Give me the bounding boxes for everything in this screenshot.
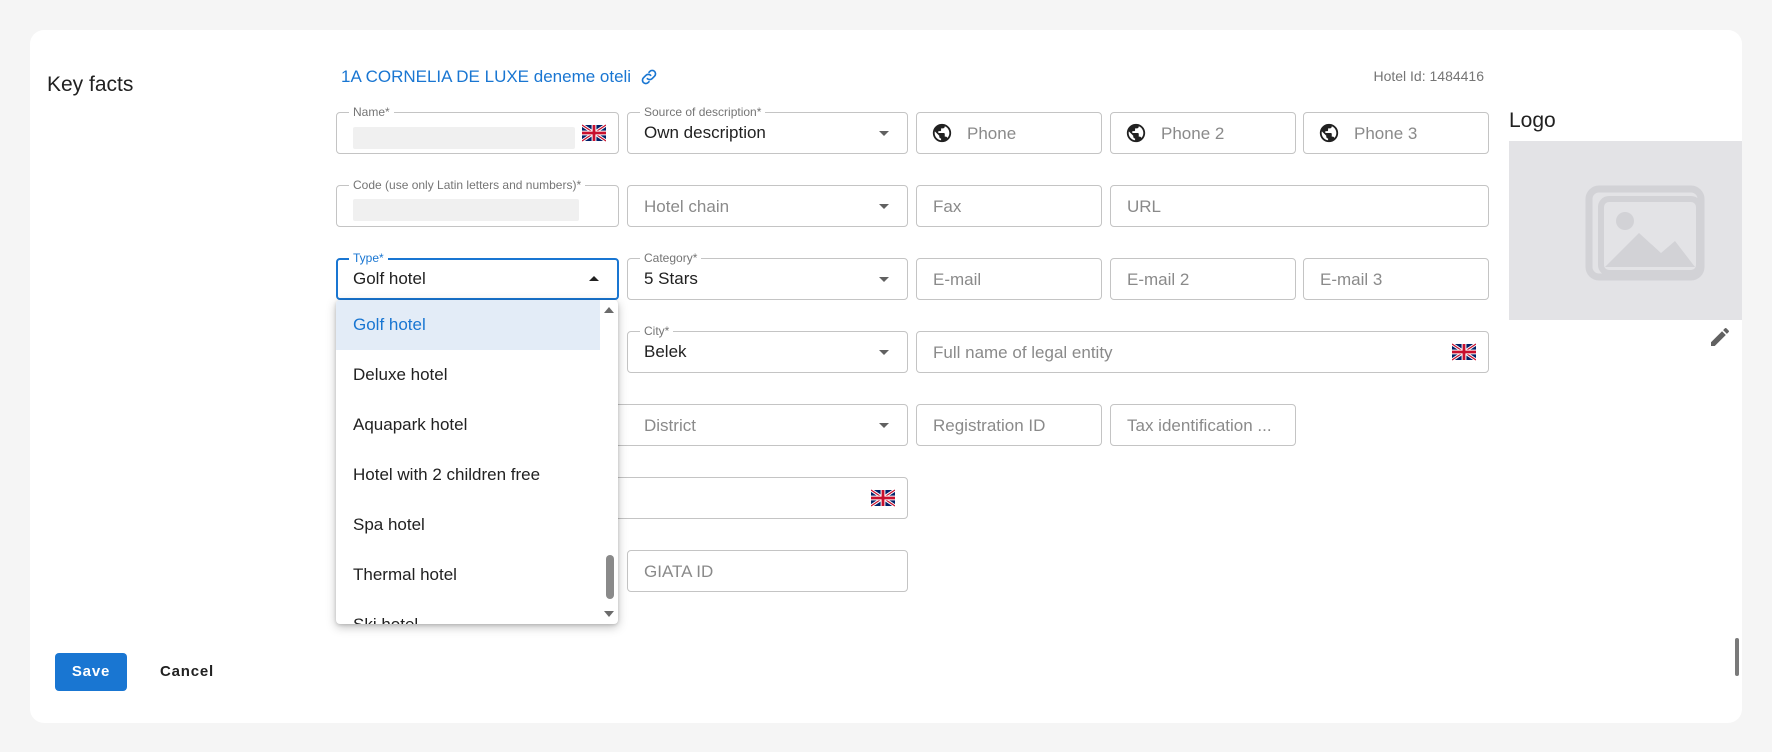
url-field[interactable]: URL — [1110, 185, 1489, 227]
scroll-thumb[interactable] — [606, 555, 614, 599]
chevron-down-icon — [879, 423, 889, 428]
chevron-up-icon — [589, 276, 599, 281]
image-placeholder-icon — [1585, 185, 1705, 281]
link-icon[interactable] — [639, 67, 659, 87]
chevron-down-icon — [879, 277, 889, 282]
hotel-name-link[interactable]: 1A CORNELIA DE LUXE deneme oteli — [341, 67, 659, 87]
name-field[interactable]: Name* — [336, 105, 619, 154]
type-option[interactable]: Hotel with 2 children free — [336, 450, 600, 500]
dropdown-scrollbar[interactable] — [601, 300, 618, 624]
city-value: Belek — [644, 342, 687, 361]
save-button[interactable]: Save — [55, 653, 127, 691]
fax-placeholder: Fax — [933, 197, 962, 216]
uk-flag-icon[interactable] — [871, 489, 895, 507]
category-select[interactable]: Category* 5 Stars — [627, 251, 908, 300]
name-value — [353, 127, 575, 149]
email3-field[interactable]: E-mail 3 — [1303, 258, 1489, 300]
source-label: Source of description* — [640, 105, 766, 119]
chevron-down-icon — [879, 131, 889, 136]
email2-field[interactable]: E-mail 2 — [1110, 258, 1296, 300]
phone2-field[interactable]: Phone 2 — [1110, 112, 1296, 154]
chevron-down-icon — [879, 350, 889, 355]
code-field[interactable]: Code (use only Latin letters and numbers… — [336, 178, 619, 227]
address-field[interactable] — [600, 477, 908, 519]
code-value — [353, 199, 579, 221]
logo-title: Logo — [1509, 109, 1556, 132]
type-option[interactable]: Ski hotel — [336, 600, 600, 624]
url-placeholder: URL — [1127, 197, 1162, 216]
type-label: Type* — [349, 251, 388, 265]
uk-flag-icon[interactable] — [582, 124, 606, 142]
tax-id-placeholder: Tax identification ... — [1127, 416, 1272, 435]
category-value: 5 Stars — [644, 269, 698, 288]
uk-flag-icon[interactable] — [1452, 343, 1476, 361]
name-label: Name* — [349, 105, 394, 119]
type-option[interactable]: Thermal hotel — [336, 550, 600, 600]
source-value: Own description — [644, 123, 766, 142]
category-label: Category* — [640, 251, 702, 265]
email-field[interactable]: E-mail — [916, 258, 1102, 300]
phone-field[interactable]: Phone — [916, 112, 1102, 154]
type-value: Golf hotel — [353, 269, 426, 288]
logo-placeholder[interactable] — [1509, 141, 1742, 320]
globe-icon — [1126, 123, 1146, 143]
code-label: Code (use only Latin letters and numbers… — [349, 178, 586, 192]
email2-placeholder: E-mail 2 — [1127, 270, 1190, 289]
city-label: City* — [640, 324, 674, 338]
page-scrollbar-thumb[interactable] — [1735, 638, 1739, 676]
cancel-button[interactable]: Cancel — [148, 653, 226, 691]
email3-placeholder: E-mail 3 — [1320, 270, 1383, 289]
legal-entity-field[interactable]: Full name of legal entity — [916, 331, 1489, 373]
edit-pencil-icon[interactable] — [1708, 325, 1732, 349]
phone3-placeholder: Phone 3 — [1354, 124, 1418, 143]
fax-field[interactable]: Fax — [916, 185, 1102, 227]
hotel-chain-placeholder: Hotel chain — [644, 197, 730, 216]
globe-icon — [1319, 123, 1339, 143]
giata-id-field[interactable]: GIATA ID — [627, 550, 908, 592]
section-title: Key facts — [47, 73, 134, 96]
registration-id-field[interactable]: Registration ID — [916, 404, 1102, 446]
scroll-down-icon[interactable] — [604, 611, 614, 617]
chevron-down-icon — [879, 204, 889, 209]
city-select[interactable]: City* Belek — [627, 324, 908, 373]
legal-entity-placeholder: Full name of legal entity — [933, 343, 1113, 362]
type-option[interactable]: Aquapark hotel — [336, 400, 600, 450]
type-select[interactable]: Type* Golf hotel — [336, 251, 619, 300]
tax-id-field[interactable]: Tax identification ... — [1110, 404, 1296, 446]
globe-icon — [932, 123, 952, 143]
hotel-name-text[interactable]: 1A CORNELIA DE LUXE deneme oteli — [341, 67, 631, 87]
type-option[interactable]: Golf hotel — [336, 300, 600, 350]
hotel-id: Hotel Id: 1484416 — [1373, 68, 1484, 84]
type-option[interactable]: Deluxe hotel — [336, 350, 600, 400]
email-placeholder: E-mail — [933, 270, 982, 289]
type-dropdown-menu[interactable]: Golf hotel Deluxe hotel Aquapark hotel H… — [336, 300, 618, 624]
district-select[interactable]: District — [610, 404, 908, 446]
registration-id-placeholder: Registration ID — [933, 416, 1046, 435]
district-placeholder: District — [644, 416, 696, 435]
giata-id-placeholder: GIATA ID — [644, 562, 714, 581]
scroll-up-icon[interactable] — [604, 307, 614, 313]
type-option[interactable]: Spa hotel — [336, 500, 600, 550]
phone-placeholder: Phone — [967, 124, 1017, 143]
phone2-placeholder: Phone 2 — [1161, 124, 1225, 143]
source-of-description-select[interactable]: Source of description* Own description — [627, 105, 908, 154]
hotel-chain-select[interactable]: Hotel chain — [627, 185, 908, 227]
phone3-field[interactable]: Phone 3 — [1303, 112, 1489, 154]
